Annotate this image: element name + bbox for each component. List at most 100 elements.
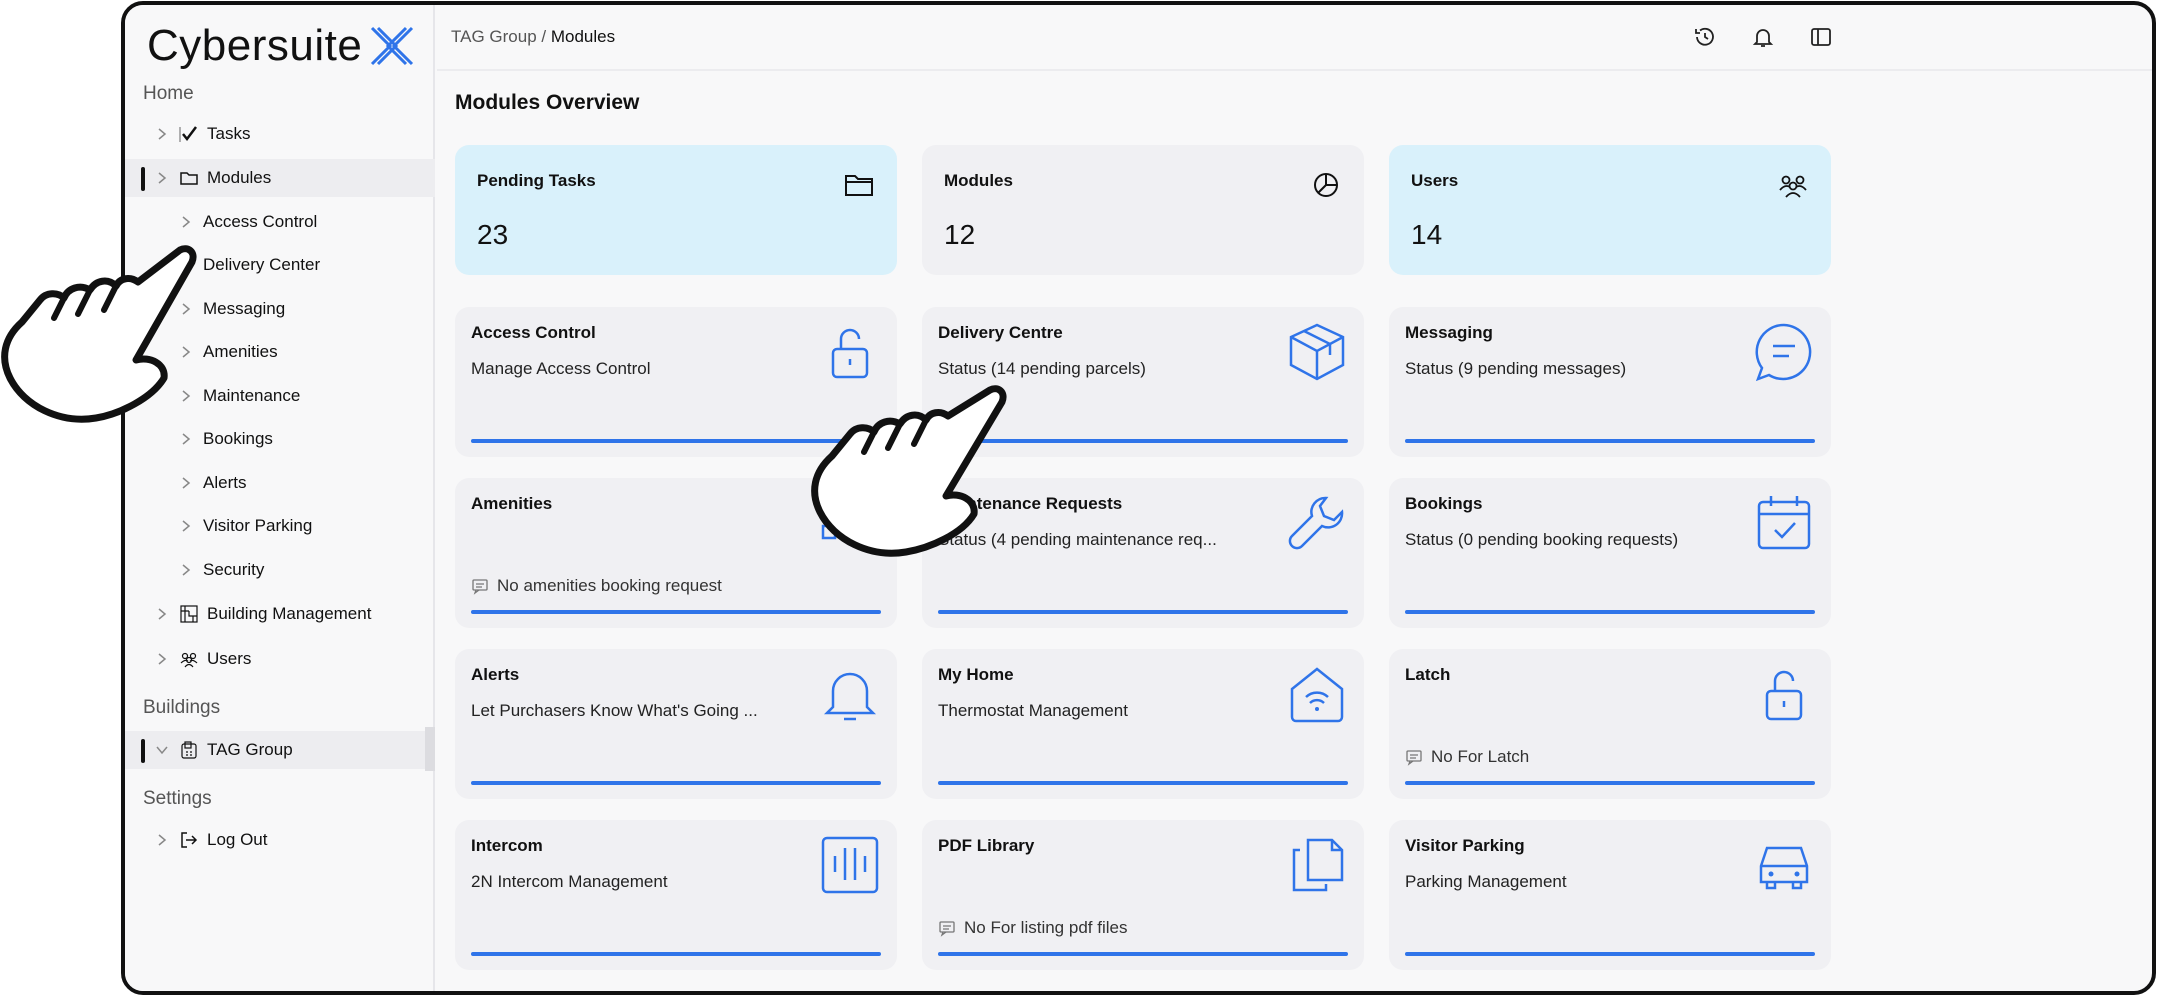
module-subtitle: Parking Management — [1405, 872, 1567, 891]
stat-label: Pending Tasks — [477, 171, 596, 190]
stat-value: 14 — [1411, 219, 1443, 250]
comment-icon — [939, 921, 955, 937]
chevron-right-icon — [182, 520, 191, 532]
module-note: No For Latch — [1405, 747, 1529, 767]
lock-open-icon — [1765, 670, 1803, 721]
sidebar-item-building-management[interactable]: Building Management — [125, 595, 435, 633]
sidebar-scrollbar[interactable] — [425, 727, 435, 771]
sidebar-item-visitor-parking[interactable]: Visitor Parking — [125, 507, 435, 545]
module-note: No For listing pdf files — [938, 918, 1127, 938]
sidebar-item-label: Alerts — [203, 473, 247, 492]
stat-value: 12 — [944, 219, 976, 250]
chevron-right-icon — [182, 433, 191, 445]
sidebar-item-tag-group[interactable]: TAG Group — [125, 731, 425, 769]
chevron-right-icon — [182, 564, 191, 576]
module-card-messaging[interactable]: Messaging Status (9 pending messages) — [1389, 307, 1831, 457]
cybersuite-logo-icon — [371, 26, 414, 66]
breadcrumb: TAG Group / Modules — [451, 27, 615, 47]
module-progress-bar — [1405, 439, 1815, 443]
active-indicator — [141, 167, 145, 191]
building-icon — [181, 741, 197, 759]
module-title: Delivery Centre — [938, 323, 1063, 342]
module-title: Amenities — [471, 494, 553, 513]
sidebar-item-label: Modules — [207, 168, 272, 187]
app-window: Cybersuite Home Tasks Modules Access Con… — [121, 1, 2156, 995]
module-card-bookings[interactable]: Bookings Status (0 pending booking reque… — [1389, 478, 1831, 628]
module-card-latch[interactable]: Latch No For Latch — [1389, 649, 1831, 799]
module-subtitle: Status (9 pending messages) — [1405, 359, 1627, 378]
module-card-my-home[interactable]: My Home Thermostat Management — [922, 649, 1364, 799]
module-title: Latch — [1405, 665, 1451, 684]
sidebar-item-tasks[interactable]: Tasks — [125, 115, 435, 153]
sidebar-item-log-out[interactable]: Log Out — [125, 821, 435, 859]
sidebar-item-label: Delivery Center — [203, 255, 321, 274]
brand-name: Cybersuite — [147, 21, 363, 70]
sidebar-item-security[interactable]: Security — [125, 551, 435, 589]
module-card-pdf-library[interactable]: PDF Library No For listing pdf files — [922, 820, 1364, 970]
stat-card-users[interactable]: Users 14 — [1389, 145, 1831, 275]
users-icon — [1779, 175, 1807, 198]
package-icon — [1289, 323, 1345, 381]
stat-card-pending-tasks[interactable]: Pending Tasks 23 — [455, 145, 897, 275]
log-out-icon — [181, 832, 198, 848]
folder-icon — [180, 172, 198, 185]
stat-value: 23 — [477, 219, 509, 250]
bell-icon[interactable] — [1751, 25, 1775, 49]
module-card-intercom[interactable]: Intercom 2N Intercom Management — [455, 820, 897, 970]
logo: Cybersuite — [147, 21, 416, 71]
chevron-right-icon — [182, 477, 191, 489]
module-note-text: No For listing pdf files — [964, 918, 1128, 937]
chevron-right-icon — [158, 653, 167, 665]
module-progress-bar — [471, 952, 881, 956]
module-title: My Home — [938, 665, 1014, 684]
module-progress-bar — [938, 952, 1348, 956]
sidebar-item-modules[interactable]: Modules — [125, 159, 435, 197]
top-bar: TAG Group / Modules — [437, 5, 2152, 71]
sidebar-item-label: Users — [207, 649, 252, 668]
stat-label: Modules — [944, 171, 1013, 190]
module-title: Bookings — [1405, 494, 1483, 513]
module-progress-bar — [1405, 781, 1815, 785]
sidebar-item-users[interactable]: Users — [125, 640, 435, 678]
breadcrumb-current: Modules — [550, 27, 616, 46]
sidebar-item-label: Access Control — [203, 212, 318, 231]
sidebar-toggle-icon[interactable] — [1809, 25, 1833, 49]
sidebar-item-label: Visitor Parking — [203, 516, 313, 535]
sidebar-item-label: Tasks — [207, 124, 251, 143]
module-title: Alerts — [471, 665, 520, 684]
page-title: Modules Overview — [455, 91, 640, 114]
module-progress-bar — [938, 781, 1348, 785]
module-subtitle: Manage Access Control — [471, 359, 651, 378]
module-title: Access Control — [471, 323, 596, 342]
sidebar-item-label: Building Management — [207, 604, 372, 623]
module-progress-bar — [471, 781, 881, 785]
pointing-hand-icon — [1, 245, 197, 423]
module-title: PDF Library — [938, 836, 1035, 855]
sidebar-item-label: Bookings — [203, 429, 273, 448]
section-settings: Settings — [143, 788, 212, 809]
stat-card-modules[interactable]: Modules 12 — [922, 145, 1364, 275]
sidebar-item-label: TAG Group — [207, 740, 293, 759]
chevron-right-icon — [158, 608, 167, 620]
breadcrumb-root[interactable]: TAG Group — [451, 27, 537, 46]
module-subtitle: Status (14 pending parcels) — [938, 359, 1146, 378]
stat-label: Users — [1411, 171, 1459, 190]
chevron-right-icon — [158, 128, 167, 140]
files-icon — [1292, 838, 1344, 892]
building-icon — [180, 605, 198, 623]
car-icon — [1759, 846, 1809, 890]
message-icon — [1755, 323, 1812, 382]
sidebar-item-label: Maintenance — [203, 386, 301, 405]
sidebar: Cybersuite Home Tasks Modules Access Con… — [125, 5, 435, 991]
module-progress-bar — [471, 610, 881, 614]
users-icon — [180, 652, 198, 668]
sidebar-item-alerts[interactable]: Alerts — [125, 464, 435, 502]
module-note-text: No For Latch — [1431, 747, 1530, 766]
chevron-down-icon — [156, 746, 168, 755]
module-card-visitor-parking[interactable]: Visitor Parking Parking Management — [1389, 820, 1831, 970]
top-bar-actions — [1693, 25, 1833, 49]
module-card-alerts[interactable]: Alerts Let Purchasers Know What's Going … — [455, 649, 897, 799]
history-icon[interactable] — [1693, 25, 1717, 49]
sidebar-item-access-control[interactable]: Access Control — [125, 203, 435, 241]
intercom-icon — [821, 836, 879, 894]
